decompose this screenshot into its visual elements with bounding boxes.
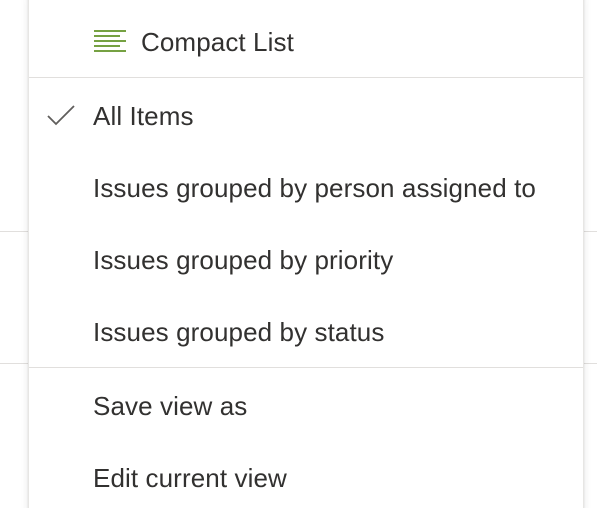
menu-item-label: Save view as bbox=[93, 390, 248, 421]
menu-item-save-view-as[interactable]: Save view as bbox=[29, 370, 583, 442]
menu-item-all-items[interactable]: All Items bbox=[29, 80, 583, 152]
menu-item-compact-list[interactable]: Compact List bbox=[29, 6, 583, 78]
menu-item-grouped-by-priority[interactable]: Issues grouped by priority bbox=[29, 224, 583, 296]
menu-item-label: Issues grouped by priority bbox=[93, 244, 394, 275]
menu-item-label: Issues grouped by person assigned to bbox=[93, 172, 536, 203]
background-divider bbox=[582, 363, 597, 364]
background-divider bbox=[0, 363, 30, 364]
checkmark-icon bbox=[47, 105, 75, 126]
menu-divider bbox=[29, 367, 583, 368]
page: Compact List All Items Issues grouped by… bbox=[0, 0, 597, 508]
menu-item-edit-current-view[interactable]: Edit current view bbox=[29, 442, 583, 508]
menu-item-grouped-by-status[interactable]: Issues grouped by status bbox=[29, 296, 583, 368]
view-switcher-menu: Compact List All Items Issues grouped by… bbox=[28, 0, 584, 508]
menu-item-label: Issues grouped by status bbox=[93, 316, 385, 347]
compact-list-icon bbox=[94, 30, 126, 52]
background-divider bbox=[0, 231, 30, 232]
menu-item-label: Edit current view bbox=[93, 462, 287, 493]
menu-item-grouped-by-person[interactable]: Issues grouped by person assigned to bbox=[29, 152, 583, 224]
menu-item-label: Compact List bbox=[141, 26, 294, 57]
background-divider bbox=[582, 231, 597, 232]
menu-item-label: All Items bbox=[93, 100, 194, 131]
menu-divider bbox=[29, 77, 583, 78]
